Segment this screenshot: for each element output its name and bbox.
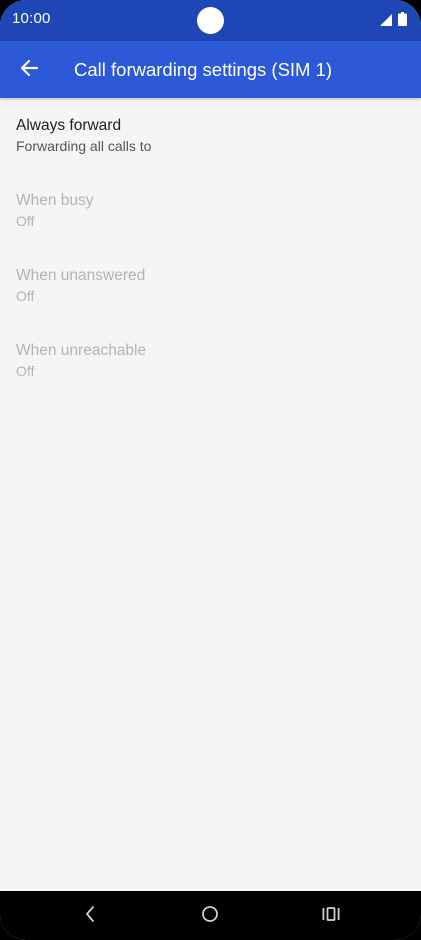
home-circle-icon xyxy=(201,905,219,928)
app-bar: Call forwarding settings (SIM 1) xyxy=(0,41,421,98)
when-unreachable-item[interactable]: When unreachable Off xyxy=(0,323,421,398)
status-icons xyxy=(380,12,407,31)
item-summary: Off xyxy=(16,363,35,379)
status-time: 10:00 xyxy=(12,10,51,27)
nav-home-button[interactable] xyxy=(197,903,223,929)
when-busy-item[interactable]: When busy Off xyxy=(0,173,421,248)
call-forwarding-list: Always forward Forwarding all calls to W… xyxy=(0,98,421,398)
battery-icon xyxy=(398,12,407,31)
back-button[interactable] xyxy=(14,55,44,85)
back-chevron-icon xyxy=(83,905,97,928)
signal-icon xyxy=(380,13,392,31)
page-title: Call forwarding settings (SIM 1) xyxy=(74,59,333,80)
nav-recents-button[interactable] xyxy=(318,903,344,929)
item-summary: Off xyxy=(16,288,35,304)
status-bar: 10:00 xyxy=(0,0,421,41)
camera-cutout xyxy=(197,7,224,34)
item-title: Always forward xyxy=(16,117,122,134)
item-summary: Off xyxy=(16,213,35,229)
nav-back-button[interactable] xyxy=(77,903,103,929)
item-title: When unreachable xyxy=(16,342,147,359)
item-title: When busy xyxy=(16,192,94,209)
recents-icon xyxy=(321,906,341,927)
arrow-left-icon xyxy=(19,58,39,83)
phone-screen: 10:00 Call forwarding settings (SIM 1) A… xyxy=(0,0,421,940)
always-forward-item[interactable]: Always forward Forwarding all calls to xyxy=(0,98,421,173)
item-summary: Forwarding all calls to xyxy=(16,138,152,154)
item-title: When unanswered xyxy=(16,267,146,284)
navigation-bar xyxy=(0,891,421,940)
when-unanswered-item[interactable]: When unanswered Off xyxy=(0,248,421,323)
